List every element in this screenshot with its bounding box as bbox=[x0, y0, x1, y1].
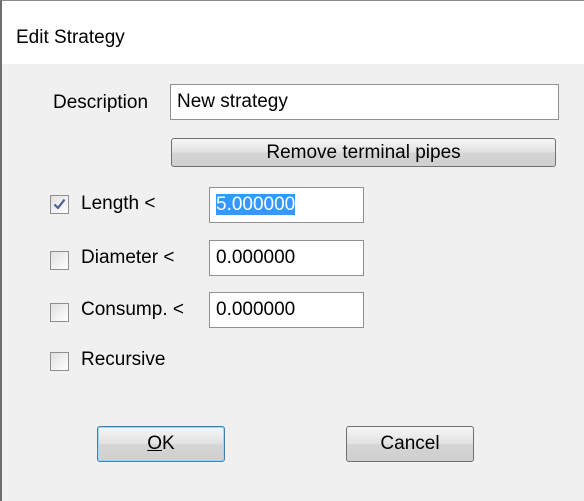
diameter-input[interactable]: 0.000000 bbox=[209, 240, 364, 276]
length-input[interactable]: 5.000000 bbox=[209, 187, 364, 223]
diameter-label: Diameter < bbox=[81, 247, 175, 268]
dialog-title: Edit Strategy bbox=[16, 27, 125, 48]
length-value: 5.000000 bbox=[216, 194, 296, 215]
description-label: Description bbox=[53, 92, 149, 113]
cancel-label: Cancel bbox=[380, 433, 440, 454]
description-input[interactable]: New strategy bbox=[170, 84, 559, 120]
check-mark-icon bbox=[53, 198, 66, 210]
ok-label-rest: K bbox=[162, 433, 175, 454]
consumption-checkbox[interactable] bbox=[50, 303, 69, 322]
title-bar[interactable]: Edit Strategy bbox=[2, 1, 584, 64]
diameter-checkbox[interactable] bbox=[50, 251, 69, 270]
recursive-checkbox[interactable] bbox=[50, 352, 69, 371]
consumption-label: Consump. < bbox=[81, 299, 184, 320]
remove-terminal-pipes-label: Remove terminal pipes bbox=[266, 142, 461, 163]
ok-button[interactable]: OK bbox=[97, 426, 225, 462]
recursive-label: Recursive bbox=[81, 349, 166, 370]
length-checkbox[interactable] bbox=[50, 195, 69, 214]
consumption-input[interactable]: 0.000000 bbox=[209, 292, 364, 328]
cancel-button[interactable]: Cancel bbox=[346, 426, 474, 462]
ok-mnemonic: O bbox=[147, 433, 163, 454]
remove-terminal-pipes-button[interactable]: Remove terminal pipes bbox=[171, 138, 556, 167]
length-label: Length < bbox=[81, 193, 156, 214]
edit-strategy-dialog: Edit Strategy Description New strategy R… bbox=[0, 0, 584, 501]
